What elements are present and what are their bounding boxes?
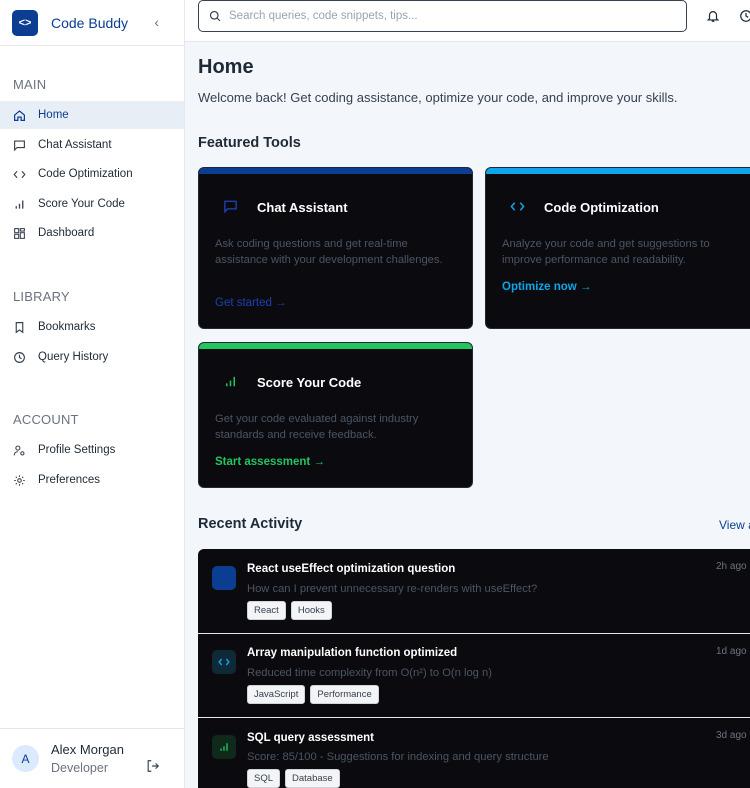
code-logo-icon: <> xyxy=(12,9,38,36)
sidebar-item-label: Dashboard xyxy=(38,227,95,239)
sidebar-item-profile-settings[interactable]: Profile Settings xyxy=(0,436,184,464)
activity-item[interactable]: SQL query assessment Score: 85/100 - Sug… xyxy=(198,718,750,788)
tag[interactable]: React xyxy=(247,601,286,620)
sidebar-item-chat-assistant[interactable]: Chat Assistant xyxy=(0,131,184,159)
user-profile[interactable]: A Alex Morgan Developer xyxy=(0,728,184,788)
get-started-link[interactable]: Get started → xyxy=(215,297,287,309)
app-name: Code Buddy xyxy=(51,14,129,31)
activity-title: Array manipulation function optimized xyxy=(247,647,458,659)
tag[interactable]: SQL xyxy=(247,769,281,788)
activity-time: 1d ago xyxy=(716,646,747,657)
view-all-link[interactable]: View all xyxy=(719,518,750,532)
tag[interactable]: Performance xyxy=(310,685,379,704)
code-icon xyxy=(502,194,532,218)
bar-chart-icon xyxy=(212,735,236,759)
activity-title: SQL query assessment xyxy=(247,732,374,744)
card-accent-bar xyxy=(199,168,472,174)
tool-card-score-your-code[interactable]: Score Your Code Get your code evaluated … xyxy=(198,342,473,488)
tag[interactable]: Database xyxy=(285,769,340,788)
chat-icon xyxy=(12,138,26,152)
bar-chart-icon xyxy=(215,369,245,393)
notification-bell-icon[interactable] xyxy=(706,9,720,23)
user-role: Developer xyxy=(51,761,108,775)
bar-chart-icon xyxy=(12,197,26,211)
code-icon xyxy=(212,650,236,674)
collapse-sidebar-chevron-icon[interactable]: ‹ xyxy=(154,14,159,30)
user-settings-icon xyxy=(12,443,26,457)
tag[interactable]: Hooks xyxy=(290,601,332,620)
brand[interactable]: <> Code Buddy ‹ xyxy=(0,0,184,46)
sidebar-item-label: Code Optimization xyxy=(38,168,133,180)
card-description: Get your code evaluated against industry… xyxy=(215,413,419,441)
card-title: Score Your Code xyxy=(257,375,362,390)
topbar xyxy=(185,0,750,42)
tag[interactable]: JavaScript xyxy=(247,685,306,704)
activity-time: 3d ago xyxy=(716,730,747,741)
avatar: A xyxy=(12,745,39,772)
page-title: Home xyxy=(198,56,254,78)
chat-icon xyxy=(212,566,236,590)
sidebar-item-label: Profile Settings xyxy=(38,444,116,456)
card-accent-bar xyxy=(486,168,750,174)
clock-icon xyxy=(12,350,26,364)
card-title: Code Optimization xyxy=(544,200,659,215)
activity-time: 2h ago xyxy=(716,561,747,572)
page-subtitle: Welcome back! Get coding assistance, opt… xyxy=(198,90,678,105)
dashboard-icon xyxy=(12,226,26,240)
bookmark-icon xyxy=(12,320,26,334)
chat-icon xyxy=(215,194,245,218)
sidebar-item-home[interactable]: Home xyxy=(0,101,184,129)
card-description: Analyze your code and get suggestions to… xyxy=(502,238,710,266)
card-accent-bar xyxy=(199,343,472,349)
sidebar-item-label: Bookmarks xyxy=(38,321,96,333)
card-title: Chat Assistant xyxy=(257,200,348,215)
sidebar-item-label: Home xyxy=(38,109,69,121)
sidebar: <> Code Buddy ‹ MAIN Home Chat Assistant… xyxy=(0,0,185,788)
sidebar-item-score-your-code[interactable]: Score Your Code xyxy=(0,190,184,218)
section-title-main: MAIN xyxy=(13,77,47,92)
activity-description: Score: 85/100 - Suggestions for indexing… xyxy=(247,751,549,763)
code-icon xyxy=(12,167,26,181)
search-input[interactable] xyxy=(229,10,669,22)
home-icon xyxy=(12,108,26,122)
sidebar-item-preferences[interactable]: Preferences xyxy=(0,466,184,494)
sidebar-item-dashboard[interactable]: Dashboard xyxy=(0,219,184,247)
search-icon xyxy=(209,10,221,22)
search-bar[interactable] xyxy=(198,0,687,32)
user-name: Alex Morgan xyxy=(51,742,124,757)
featured-tools-heading: Featured Tools xyxy=(198,135,301,151)
activity-item[interactable]: Array manipulation function optimized Re… xyxy=(198,634,750,718)
logout-icon[interactable] xyxy=(146,759,160,773)
sidebar-item-bookmarks[interactable]: Bookmarks xyxy=(0,313,184,341)
start-assessment-link[interactable]: Start assessment → xyxy=(215,456,325,468)
card-description: Ask coding questions and get real-time a… xyxy=(215,238,443,266)
section-title-account: ACCOUNT xyxy=(13,412,79,427)
optimize-now-link[interactable]: Optimize now → xyxy=(502,281,591,293)
activity-title: React useEffect optimization question xyxy=(247,563,456,575)
tool-card-chat-assistant[interactable]: Chat Assistant Ask coding questions and … xyxy=(198,167,473,329)
sidebar-item-label: Query History xyxy=(38,351,109,363)
recent-activity-heading: Recent Activity xyxy=(198,516,303,532)
activity-description: How can I prevent unnecessary re-renders… xyxy=(247,583,538,595)
sidebar-item-label: Chat Assistant xyxy=(38,139,112,151)
sidebar-item-label: Score Your Code xyxy=(38,198,125,210)
history-clock-icon[interactable] xyxy=(739,9,750,23)
activity-item[interactable]: React useEffect optimization question Ho… xyxy=(198,549,750,634)
sidebar-item-code-optimization[interactable]: Code Optimization xyxy=(0,160,184,188)
gear-icon xyxy=(12,473,26,487)
tool-card-code-optimization[interactable]: Code Optimization Analyze your code and … xyxy=(485,167,750,329)
activity-description: Reduced time complexity from O(n²) to O(… xyxy=(247,667,492,679)
sidebar-item-query-history[interactable]: Query History xyxy=(0,343,184,371)
section-title-library: LIBRARY xyxy=(13,289,70,304)
sidebar-item-label: Preferences xyxy=(38,474,101,486)
